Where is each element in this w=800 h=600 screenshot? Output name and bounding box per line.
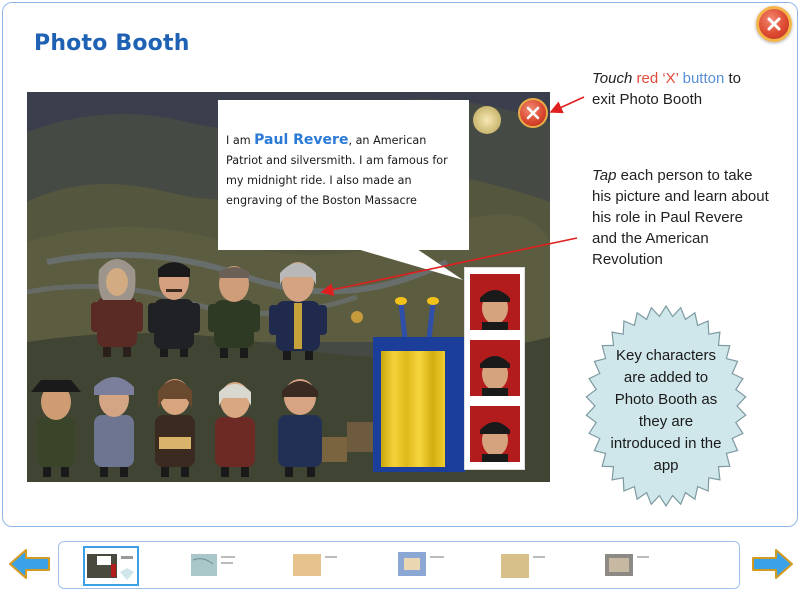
thumbnail-4[interactable] (394, 546, 450, 586)
arrow-left-icon[interactable] (8, 547, 52, 581)
note-tap-word: Tap (592, 167, 617, 184)
thumbnail-3[interactable] (289, 546, 345, 586)
note-exit: Touch red ‘X’ button to exit Photo Booth (592, 68, 762, 110)
note-tap-rest: each person to take his picture and lear… (592, 167, 769, 268)
thumbnail-6[interactable] (601, 546, 657, 586)
thumbnail-5[interactable] (497, 546, 553, 586)
note-tap: Tap each person to take his picture and … (592, 165, 772, 270)
thumbnail-1[interactable] (83, 546, 139, 586)
thumbnail-2[interactable] (187, 546, 243, 586)
slide-thumbnail-bar (58, 541, 740, 589)
note-exit-touch: Touch (592, 70, 633, 87)
note-exit-red-x: red ‘X’ (636, 70, 679, 87)
note-exit-button: button (682, 70, 725, 87)
page: Photo Booth I am Paul Revere, an America… (0, 0, 800, 600)
callout-text: Key characters are added to Photo Booth … (610, 347, 722, 474)
arrow-right-icon[interactable] (750, 547, 794, 581)
